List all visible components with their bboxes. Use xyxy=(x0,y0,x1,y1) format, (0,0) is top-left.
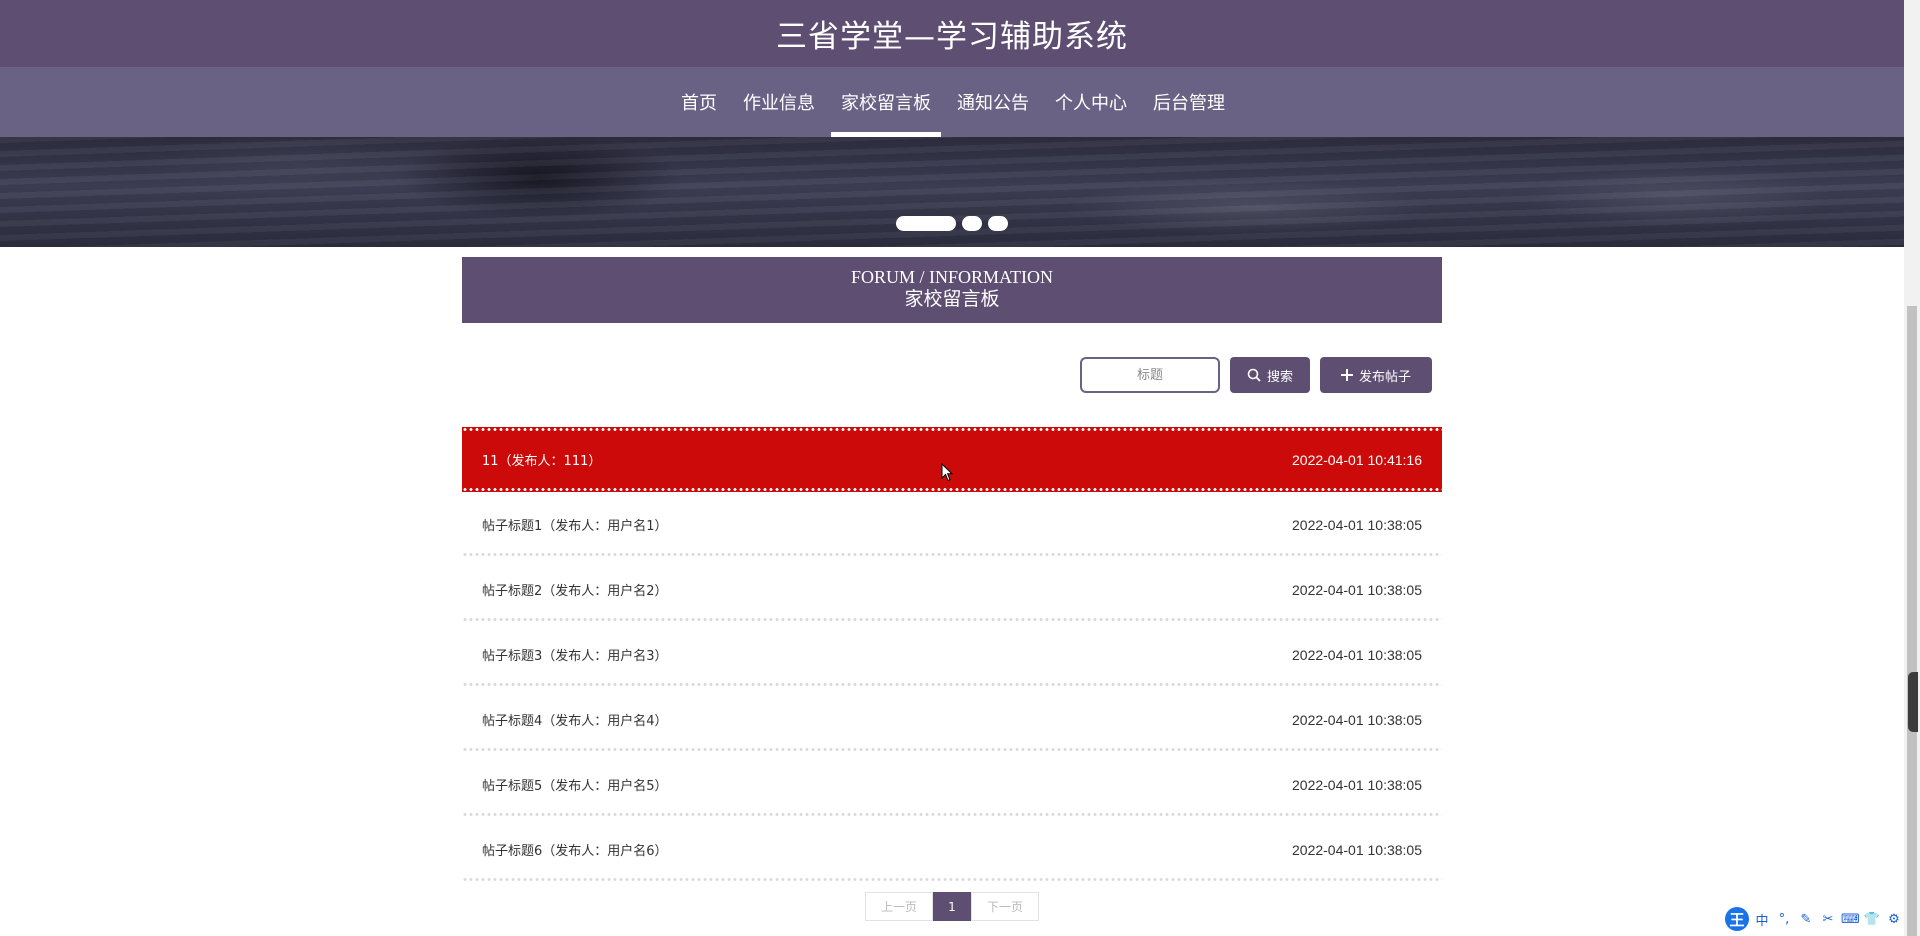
skin-icon[interactable]: 👕 xyxy=(1863,912,1881,927)
publish-post-button[interactable]: 发布帖子 xyxy=(1320,357,1432,393)
publish-post-label: 发布帖子 xyxy=(1358,369,1411,385)
plus-icon xyxy=(1340,369,1353,381)
carousel-dot[interactable] xyxy=(896,216,956,231)
post-title: 帖子标题5（发布人：用户名5） xyxy=(482,779,668,794)
search-button[interactable]: 搜索 xyxy=(1230,357,1310,393)
nav-item-homework[interactable]: 作业信息 xyxy=(733,67,825,137)
post-row[interactable]: 帖子标题4（发布人：用户名4） 2022-04-01 10:38:05 xyxy=(462,687,1442,752)
section-title-cn: 家校留言板 xyxy=(904,288,1000,310)
prev-page-button[interactable]: 上一页 xyxy=(865,892,933,921)
post-date: 2022-04-01 10:38:05 xyxy=(1292,776,1422,793)
nav-list: 首页 作业信息 家校留言板 通知公告 个人中心 后台管理 xyxy=(668,67,1238,137)
next-page-button[interactable]: 下一页 xyxy=(971,892,1039,921)
nav-item-admin[interactable]: 后台管理 xyxy=(1143,67,1235,137)
keyboard-icon[interactable]: ⌨ xyxy=(1841,912,1860,927)
pagination: 上一页 1 下一页 xyxy=(865,892,1039,921)
post-title: 帖子标题3（发布人：用户名3） xyxy=(482,649,668,664)
carousel-dot[interactable] xyxy=(988,216,1008,231)
nav-item-home[interactable]: 首页 xyxy=(671,67,727,137)
site-title: 三省学堂—学习辅助系统 xyxy=(776,19,1128,55)
post-row[interactable]: 帖子标题6（发布人：用户名6） 2022-04-01 10:38:05 xyxy=(462,817,1442,882)
section-title-en: FORUM / INFORMATION xyxy=(850,267,1054,287)
scissors-icon[interactable]: ✂ xyxy=(1819,912,1837,927)
post-date: 2022-04-01 10:41:16 xyxy=(1292,451,1422,468)
carousel-indicators xyxy=(896,216,1008,231)
nav-item-personal-center[interactable]: 个人中心 xyxy=(1045,67,1137,137)
ime-logo-icon[interactable]: 王 xyxy=(1725,907,1749,931)
post-row[interactable]: 帖子标题3（发布人：用户名3） 2022-04-01 10:38:05 xyxy=(462,622,1442,687)
post-date: 2022-04-01 10:38:05 xyxy=(1292,841,1422,858)
search-icon xyxy=(1247,368,1261,382)
search-input[interactable] xyxy=(1080,357,1220,393)
gear-icon[interactable]: ⚙ xyxy=(1885,912,1903,927)
post-title: 帖子标题4（发布人：用户名4） xyxy=(482,714,668,729)
post-title: 11（发布人：111） xyxy=(482,454,602,469)
scrollbar-thumb[interactable] xyxy=(1907,306,1917,936)
main-nav: 首页 作业信息 家校留言板 通知公告 个人中心 后台管理 xyxy=(0,67,1904,137)
title-bar: 三省学堂—学习辅助系统 xyxy=(0,0,1904,67)
post-row[interactable]: 帖子标题1（发布人：用户名1） 2022-04-01 10:38:05 xyxy=(462,492,1442,557)
nav-item-notices[interactable]: 通知公告 xyxy=(947,67,1039,137)
search-button-label: 搜索 xyxy=(1266,369,1293,385)
mouse-cursor-icon xyxy=(941,462,954,487)
ime-toolbar: 王 中 °, ✎ ✂ ⌨ 👕 ⚙ xyxy=(1725,906,1920,932)
pen-icon[interactable]: ✎ xyxy=(1797,912,1815,927)
section-header: FORUM / INFORMATION 家校留言板 xyxy=(462,257,1442,323)
page: 三省学堂—学习辅助系统 首页 作业信息 家校留言板 通知公告 个人中心 后台管理… xyxy=(0,0,1904,936)
post-list: 11（发布人：111） 2022-04-01 10:41:16 帖子标题1（发布… xyxy=(462,427,1442,882)
post-row[interactable]: 帖子标题5（发布人：用户名5） 2022-04-01 10:38:05 xyxy=(462,752,1442,817)
carousel-dot[interactable] xyxy=(962,216,982,231)
post-row[interactable]: 帖子标题2（发布人：用户名2） 2022-04-01 10:38:05 xyxy=(462,557,1442,622)
post-date: 2022-04-01 10:38:05 xyxy=(1292,711,1422,728)
vertical-scrollbar[interactable] xyxy=(1904,0,1920,936)
post-date: 2022-04-01 10:38:05 xyxy=(1292,581,1422,598)
banner-carousel xyxy=(0,137,1904,247)
post-title: 帖子标题1（发布人：用户名1） xyxy=(482,519,668,534)
chinese-mode-icon[interactable]: 中 xyxy=(1753,910,1771,929)
nav-item-forum[interactable]: 家校留言板 xyxy=(831,67,941,137)
post-title: 帖子标题6（发布人：用户名6） xyxy=(482,844,668,859)
post-date: 2022-04-01 10:38:05 xyxy=(1292,516,1422,533)
post-title: 帖子标题2（发布人：用户名2） xyxy=(482,584,668,599)
page-number-button[interactable]: 1 xyxy=(933,892,971,921)
punctuation-icon[interactable]: °, xyxy=(1775,912,1793,927)
side-widget-tab[interactable] xyxy=(1908,672,1918,732)
post-date: 2022-04-01 10:38:05 xyxy=(1292,646,1422,663)
